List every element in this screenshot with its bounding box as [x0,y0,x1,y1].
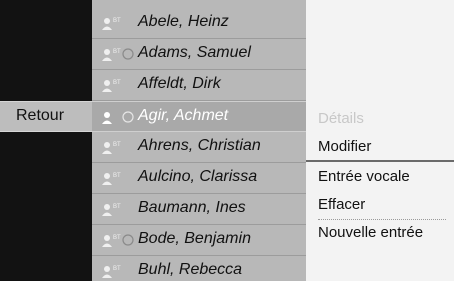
contact-list[interactable]: BT Abele, Heinz BT Adams, Samuel BT Affe… [92,0,306,281]
bluetooth-contact-icon: BT [102,80,121,92]
bluetooth-contact-icon: BT [102,266,121,278]
contact-row[interactable]: BT Buhl, Rebecca [92,256,306,281]
menu-item-modifier[interactable]: Modifier [306,132,454,162]
contact-row[interactable]: BT Abele, Heinz [92,8,306,39]
svg-text:BT: BT [113,142,121,148]
contacts-screen: Retour BT Abele, Heinz BT Adams, Samuel [0,0,454,281]
navigation-destination-icon [122,234,134,246]
left-column [0,0,92,281]
bluetooth-contact-icon: BT [102,142,121,154]
svg-text:BT: BT [113,173,121,179]
back-button-label: Retour [16,107,65,124]
contact-name: Baumann, Ines [138,199,246,216]
svg-text:BT: BT [113,49,121,55]
contact-name: Aulcino, Clarissa [138,168,258,185]
contact-row[interactable]: BT Affeldt, Dirk [92,70,306,101]
contact-row[interactable]: BT Bode, Benjamin [92,225,306,256]
bluetooth-contact-icon: BT [102,49,121,61]
contact-name: Abele, Heinz [138,13,229,30]
menu-item-delete[interactable]: Effacer [318,196,365,213]
svg-text:BT: BT [113,235,121,241]
svg-text:BT: BT [113,18,121,24]
contact-icon [102,112,112,124]
menu-separator [318,219,446,220]
options-menu: Détails Modifier Entrée vocale Effacer N… [306,0,454,281]
bluetooth-contact-icon: BT [102,18,121,30]
contact-name: Buhl, Rebecca [138,261,243,278]
contact-row-selected[interactable]: Agir, Achmet [92,101,306,132]
menu-item-details: Détails [318,110,364,127]
svg-text:BT: BT [113,266,121,272]
bluetooth-contact-icon: BT [102,173,121,185]
contact-row[interactable]: BT Aulcino, Clarissa [92,163,306,194]
svg-text:BT: BT [113,204,121,210]
back-button[interactable]: Retour [0,101,92,132]
contact-name: Agir, Achmet [138,107,229,124]
contact-name: Adams, Samuel [138,44,251,61]
menu-item-voice-entry[interactable]: Entrée vocale [318,168,410,185]
contact-row[interactable]: BT Baumann, Ines [92,194,306,225]
navigation-destination-icon [122,48,134,60]
contact-row[interactable]: BT Ahrens, Christian [92,132,306,163]
contact-name: Bode, Benjamin [138,230,251,247]
contact-row[interactable]: BT Adams, Samuel [92,39,306,70]
navigation-destination-icon [122,111,134,123]
svg-text:BT: BT [113,80,121,86]
bluetooth-contact-icon: BT [102,235,121,247]
contact-name: Ahrens, Christian [138,137,261,154]
contact-name: Affeldt, Dirk [138,75,221,92]
menu-item-new-entry[interactable]: Nouvelle entrée [318,224,423,241]
bluetooth-contact-icon: BT [102,204,121,216]
